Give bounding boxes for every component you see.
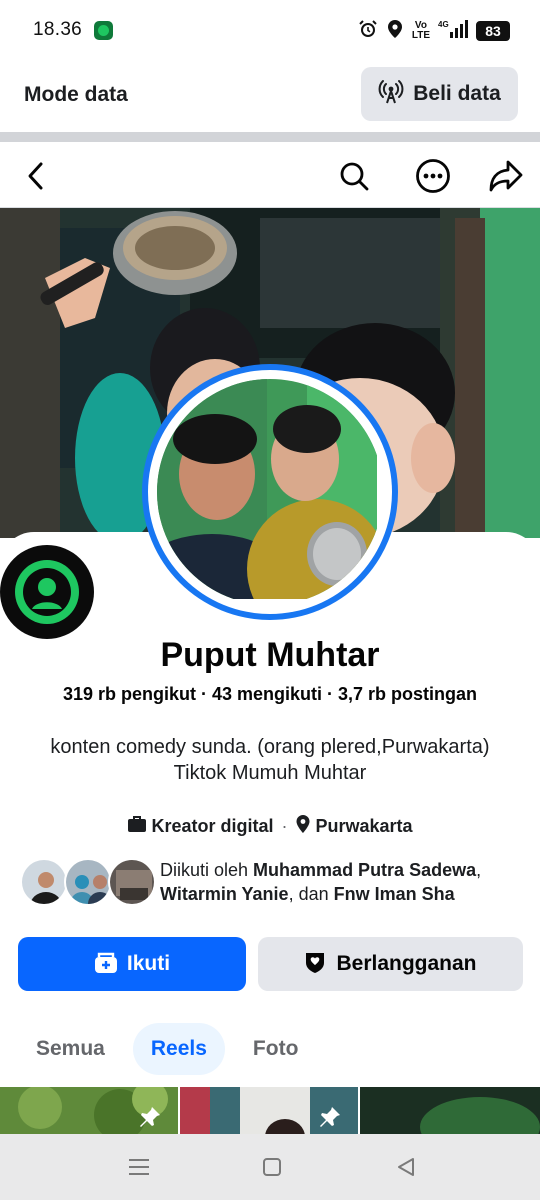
subscribe-label: Berlangganan (336, 952, 477, 975)
tab-reels[interactable]: Reels (132, 1023, 225, 1075)
mutual-avatar (20, 858, 68, 906)
reel-thumbnail[interactable] (180, 1087, 358, 1134)
briefcase-icon (127, 815, 147, 838)
svg-text:4G: 4G (438, 20, 449, 29)
antenna-icon (378, 79, 404, 110)
search-icon (340, 162, 369, 191)
pin-icon (320, 1107, 340, 1127)
followed-by-prefix: Diikuti oleh (160, 860, 254, 880)
more-options-button[interactable] (413, 156, 453, 196)
bio-line: Tiktok Mumuh Muhtar (173, 762, 367, 784)
battery-indicator: 83 (476, 21, 510, 41)
follow-add-icon (94, 950, 118, 979)
signal-icon: 4G (438, 19, 468, 44)
mutual-name: Fnw Iman Sha (333, 884, 455, 904)
more-dots-icon (416, 159, 450, 193)
tab-all[interactable]: Semua (18, 1023, 123, 1075)
reel-thumbnail[interactable] (0, 1087, 178, 1134)
menu-icon (129, 1159, 149, 1175)
profile-name: Puput Muhtar (160, 636, 380, 674)
alarm-icon (358, 19, 378, 44)
top-nav-bar (0, 142, 540, 208)
profile-stats: 319 rb pengikut · 43 mengikuti · 3,7 rb post… (0, 684, 540, 705)
separator-dot: · (281, 816, 288, 836)
followed-by-comma: , (476, 860, 482, 880)
back-triangle-icon (398, 1158, 414, 1176)
tab-label: Reels (150, 1037, 207, 1060)
mutual-name: Witarmin Yanie (160, 884, 289, 904)
profile-meta: Kreator digital · Purwakarta (0, 814, 540, 839)
app-notification-icon (94, 21, 113, 40)
status-bar: 18.36 Vo LTE 4G 83 (0, 0, 540, 62)
separator-dot: · (327, 684, 334, 704)
followed-by-conjunction: , dan (288, 884, 334, 904)
back-arrow-icon (28, 162, 43, 190)
reel-thumbnail[interactable] (360, 1087, 540, 1134)
followers-count[interactable]: 319 rb pengikut (63, 684, 196, 704)
tab-label: Foto (252, 1037, 299, 1060)
category-label: Kreator digital (151, 816, 274, 836)
profile-bio: konten comedy sunda. (orang plered,Purwa… (0, 734, 540, 786)
data-mode-banner: Mode data Beli data (0, 62, 540, 132)
share-icon (489, 160, 523, 192)
mutual-name: Muhammad Putra Sadewa (253, 860, 477, 880)
share-button[interactable] (486, 156, 526, 196)
search-button[interactable] (334, 156, 374, 196)
home-square-icon (263, 1158, 281, 1176)
posts-count: 3,7 rb postingan (338, 684, 478, 704)
followed-by-section[interactable]: Diikuti oleh Muhammad Putra Sadewa, Wita… (20, 856, 530, 912)
follow-label: Ikuti (126, 952, 171, 975)
buy-data-button[interactable]: Beli data (361, 67, 518, 121)
location-icon (386, 19, 404, 44)
system-navigation-bar (0, 1134, 540, 1200)
mutual-avatar (64, 858, 112, 906)
buy-data-label: Beli data (413, 82, 501, 105)
following-count[interactable]: 43 mengikuti (212, 684, 322, 704)
status-icons: Vo LTE 4G 83 (358, 18, 510, 44)
logo-icon (15, 560, 79, 624)
followed-by-text: Diikuti oleh Muhammad Putra Sadewa, Wita… (160, 858, 540, 906)
creator-badge-logo[interactable] (0, 545, 94, 639)
content-tabs: Semua Reels Foto (18, 1022, 316, 1076)
data-mode-title: Mode data (24, 83, 128, 106)
shield-icon (304, 950, 326, 979)
tab-label: Semua (36, 1037, 105, 1060)
home-button[interactable] (262, 1157, 282, 1182)
divider (0, 132, 540, 142)
bio-line: konten comedy sunda. (orang plered,Purwa… (50, 736, 490, 758)
profile-photo (157, 379, 383, 605)
reels-grid (0, 1087, 540, 1134)
follow-button[interactable]: Ikuti (18, 937, 246, 991)
pin-icon (140, 1107, 160, 1127)
profile-avatar[interactable] (142, 364, 398, 620)
system-back-button[interactable] (396, 1157, 416, 1182)
location-label: Purwakarta (315, 816, 413, 836)
mutual-avatar (108, 858, 156, 906)
volte-icon: Vo LTE (411, 20, 430, 41)
location-pin-icon (295, 814, 311, 839)
tab-photos[interactable]: Foto (235, 1023, 316, 1075)
back-button[interactable] (16, 156, 56, 196)
recent-apps-button[interactable] (128, 1158, 150, 1181)
status-time: 18.36 (33, 19, 83, 40)
subscribe-button[interactable]: Berlangganan (258, 937, 523, 991)
separator-dot: · (200, 684, 207, 704)
